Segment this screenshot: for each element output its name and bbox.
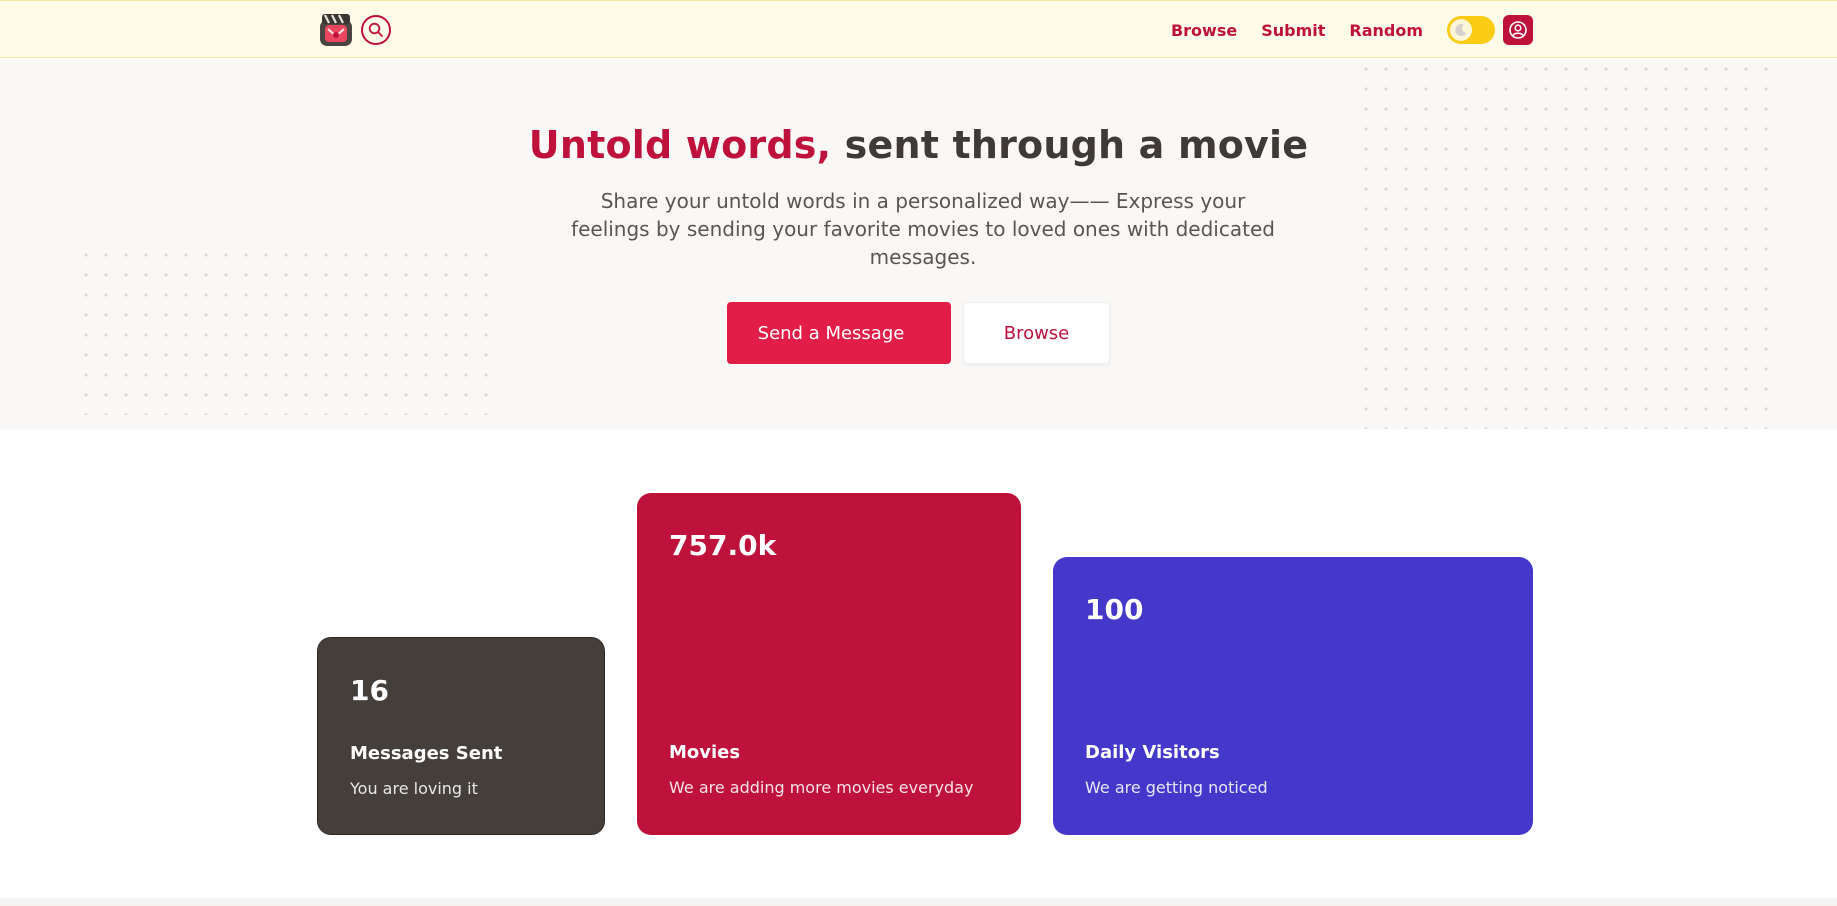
hero-title: Untold words, sent through a movie xyxy=(0,123,1837,167)
nav-link-submit[interactable]: Submit xyxy=(1261,21,1325,40)
moon-icon xyxy=(1450,19,1472,41)
navbar-right: Browse Submit Random xyxy=(1171,15,1533,45)
navbar-inner: Browse Submit Random xyxy=(317,1,1533,59)
stat-label: Messages Sent xyxy=(350,743,503,764)
stat-card-daily-visitors: 100 Daily Visitors We are getting notice… xyxy=(1053,557,1533,835)
stat-description: We are getting noticed xyxy=(1085,778,1268,797)
stat-description: You are loving it xyxy=(350,779,478,798)
browse-label: Browse xyxy=(1003,322,1070,344)
footer-strip xyxy=(0,898,1837,906)
dot-pattern-right xyxy=(1356,59,1776,429)
hero-section: Untold words, sent through a movie Share… xyxy=(0,59,1837,429)
stat-card-messages: 16 Messages Sent You are loving it xyxy=(317,637,605,835)
send-message-label: Send a Message xyxy=(757,322,905,344)
theme-toggle[interactable] xyxy=(1447,16,1495,44)
hero-buttons: Send a Message Browse xyxy=(0,302,1837,364)
hero-title-rest: sent through a movie xyxy=(831,123,1309,167)
browse-button[interactable]: Browse xyxy=(963,302,1110,364)
navbar-left xyxy=(317,11,391,49)
stat-card-movies: 757.0k Movies We are adding more movies … xyxy=(637,493,1021,835)
stat-label: Daily Visitors xyxy=(1085,742,1220,763)
search-icon xyxy=(368,22,383,37)
top-navbar: Browse Submit Random xyxy=(0,0,1837,58)
user-circle-icon xyxy=(1509,21,1527,39)
search-button[interactable] xyxy=(361,15,391,45)
nav-link-browse[interactable]: Browse xyxy=(1171,21,1237,40)
stat-value: 16 xyxy=(350,674,389,707)
hero-subtitle: Share your untold words in a personalize… xyxy=(571,189,1275,269)
stat-value: 100 xyxy=(1085,593,1144,626)
hero-title-accent: Untold words, xyxy=(528,123,832,167)
stat-description: We are adding more movies everyday xyxy=(669,778,974,797)
nav-link-random[interactable]: Random xyxy=(1349,21,1423,40)
send-message-button[interactable]: Send a Message xyxy=(727,302,951,364)
clapperboard-logo-icon[interactable] xyxy=(317,11,355,49)
stat-value: 757.0k xyxy=(669,529,777,562)
user-account-button[interactable] xyxy=(1503,15,1533,45)
stat-label: Movies xyxy=(669,742,741,763)
